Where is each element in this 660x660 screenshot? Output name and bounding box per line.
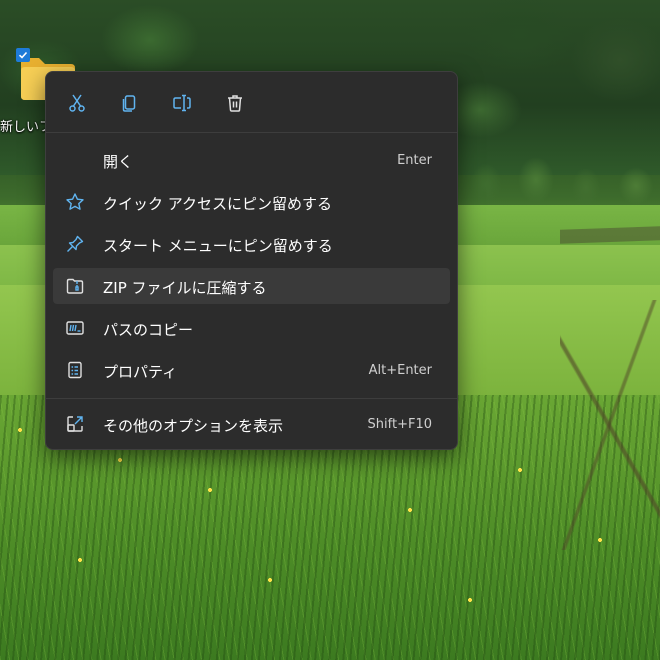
menu-item-pin-start[interactable]: スタート メニューにピン留めする bbox=[53, 226, 450, 262]
menu-item-properties[interactable]: プロパティ Alt+Enter bbox=[53, 352, 450, 388]
zip-icon bbox=[65, 276, 85, 296]
check-icon bbox=[18, 51, 28, 59]
menu-item-label: パスのコピー bbox=[103, 321, 194, 339]
more-options-icon bbox=[65, 414, 85, 434]
menu-item-label: クイック アクセスにピン留めする bbox=[103, 195, 333, 213]
menu-item-copy-path[interactable]: パスのコピー bbox=[53, 310, 450, 346]
menu-item-compress-zip[interactable]: ZIP ファイルに圧縮する bbox=[53, 268, 450, 304]
menu-item-label: ZIP ファイルに圧縮する bbox=[103, 279, 267, 297]
copy-icon bbox=[122, 95, 136, 112]
copy-button[interactable] bbox=[111, 86, 147, 120]
pin-icon bbox=[65, 234, 85, 254]
copy-path-icon bbox=[65, 318, 85, 338]
delete-button[interactable] bbox=[217, 86, 253, 120]
menu-item-label: スタート メニューにピン留めする bbox=[103, 237, 333, 255]
context-menu: 開く Enter クイック アクセスにピン留めする スタート メニューにピン留め… bbox=[45, 71, 458, 450]
menu-item-accelerator: Enter bbox=[397, 153, 432, 168]
cut-button[interactable] bbox=[59, 86, 95, 120]
cut-icon bbox=[69, 94, 85, 112]
menu-separator bbox=[46, 398, 457, 399]
menu-item-accelerator: Alt+Enter bbox=[368, 363, 432, 378]
rename-icon bbox=[173, 94, 191, 112]
star-icon bbox=[65, 192, 85, 212]
menu-item-accelerator: Shift+F10 bbox=[367, 417, 432, 432]
rename-button[interactable] bbox=[164, 86, 200, 120]
menu-item-open[interactable]: 開く Enter bbox=[53, 142, 450, 178]
context-menu-toolbar bbox=[46, 72, 457, 132]
delete-icon bbox=[228, 95, 242, 112]
menu-item-label: その他のオプションを表示 bbox=[103, 417, 284, 435]
desktop-icon-label: 新しいフ bbox=[0, 120, 46, 135]
wallpaper-branches bbox=[560, 300, 660, 550]
selection-checkbox[interactable] bbox=[16, 48, 30, 62]
menu-item-show-more-options[interactable]: その他のオプションを表示 Shift+F10 bbox=[53, 406, 450, 442]
menu-item-label: 開く bbox=[103, 153, 134, 171]
menu-item-label: プロパティ bbox=[103, 363, 178, 381]
menu-item-pin-quick-access[interactable]: クイック アクセスにピン留めする bbox=[53, 184, 450, 220]
menu-separator bbox=[46, 132, 457, 133]
properties-icon bbox=[65, 360, 85, 380]
